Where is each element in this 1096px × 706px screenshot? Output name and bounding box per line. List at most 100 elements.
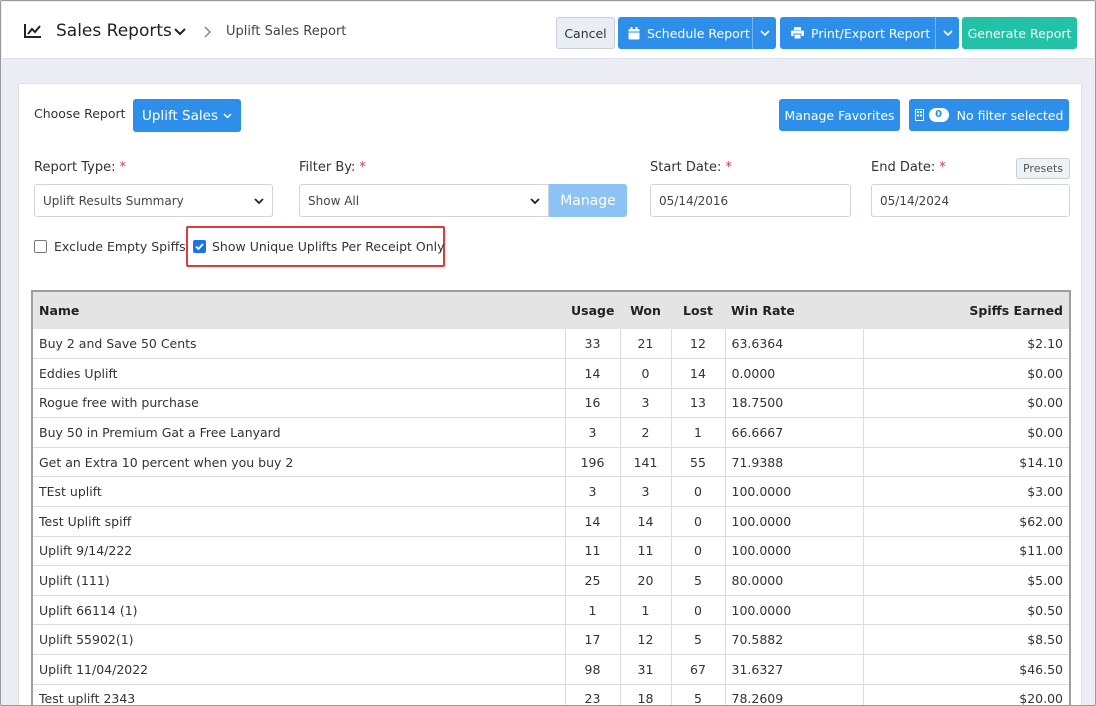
cell-name: TEst uplift [33,476,566,508]
presets-button[interactable]: Presets [1016,158,1070,179]
top-header: Sales Reports Uplift Sales Report Cancel… [2,2,1094,59]
cell-spiffs-earned: $14.10 [863,447,1069,478]
column-header-lost[interactable]: Lost [671,292,725,329]
column-header-won[interactable]: Won [620,292,671,329]
cell-lost: 14 [671,358,726,389]
cell-win-rate: 100.0000 [725,476,864,508]
table-row[interactable]: Buy 2 and Save 50 Cents 33 21 12 63.6364 $2.1… [33,329,1069,360]
table-row[interactable]: Get an Extra 10 percent when you buy 2 19… [33,447,1069,478]
choose-report-dropdown[interactable]: Uplift Sales [133,99,241,132]
cell-name: Test Uplift spiff [33,506,566,537]
manage-button[interactable]: Manage [549,184,627,217]
cell-usage: 17 [565,624,621,656]
app-title: Sales Reports [56,21,172,41]
manage-favorites-button[interactable]: Manage Favorites [779,99,900,131]
filter-by-select[interactable]: Show All [299,184,549,217]
chevron-down-icon [223,113,232,119]
report-type-value: Uplift Results Summary [43,193,184,208]
print-export-dropdown[interactable] [935,17,959,49]
cell-won: 11 [620,536,672,567]
column-header-spiffs-earned[interactable]: Spiffs Earned [863,292,1069,329]
table-row[interactable]: Eddies Uplift 14 0 14 0.0000 $0.00 [33,358,1069,389]
filter-by-label: Filter By: * [299,160,366,175]
cancel-button[interactable]: Cancel [556,17,615,49]
filter-label: No filter selected [956,107,1064,123]
table-row[interactable]: Uplift (111) 25 20 5 80.0000 $5.00 [33,565,1069,596]
choose-report-value: Uplift Sales [142,107,218,124]
cell-spiffs-earned: $62.00 [863,506,1069,537]
print-export-label: Print/Export Report [811,25,931,41]
table-row[interactable]: TEst uplift 3 3 0 100.0000 $3.00 [33,476,1069,508]
cell-name: Test uplift 2343 [33,684,566,705]
cell-lost: 5 [671,624,726,656]
cell-usage: 14 [565,506,621,537]
cell-won: 12 [620,624,672,656]
filter-count-badge: 0 [928,108,949,122]
line-chart-icon [24,24,41,38]
cell-name: Buy 50 in Premium Gat a Free Lanyard [33,417,566,448]
cell-won: 3 [620,476,672,508]
cell-spiffs-earned: $46.50 [863,654,1069,685]
cell-lost: 0 [671,506,726,537]
column-header-usage[interactable]: Usage [565,292,620,329]
table-row[interactable]: Test uplift 2343 23 18 5 78.2609 $20.00 [33,684,1069,705]
cell-spiffs-earned: $11.00 [863,536,1069,567]
cell-usage: 14 [565,358,621,389]
cell-won: 2 [620,417,672,448]
cell-won: 141 [620,447,672,478]
cell-win-rate: 100.0000 [725,595,864,626]
report-type-label: Report Type: * [34,160,126,175]
table-header-row: Name Usage Won Lost Win Rate Spiffs Earn… [33,292,1069,329]
cell-lost: 12 [671,329,726,360]
cell-win-rate: 71.9388 [725,447,864,478]
cell-usage: 98 [565,654,621,685]
exclude-empty-spiffs-checkbox[interactable] [34,240,47,253]
cell-usage: 33 [565,329,621,360]
table-row[interactable]: Uplift 55902(1) 17 12 5 70.5882 $8.50 [33,624,1069,656]
cell-lost: 0 [671,595,726,626]
chevron-down-icon [254,198,264,205]
building-icon [914,109,924,121]
exclude-empty-spiffs-label: Exclude Empty Spiffs [54,239,186,254]
cell-win-rate: 63.6364 [725,329,864,360]
cell-spiffs-earned: $20.00 [863,684,1069,705]
table-row[interactable]: Uplift 9/14/222 11 11 0 100.0000 $11.00 [33,536,1069,567]
cell-won: 31 [620,654,672,685]
cell-usage: 1 [565,595,621,626]
filter-button[interactable]: 0 No filter selected [909,99,1069,131]
cell-win-rate: 100.0000 [725,536,864,567]
chevron-right-icon [204,26,212,38]
start-date-label: Start Date: * [650,160,732,175]
cell-win-rate: 100.0000 [725,506,864,537]
chevron-down-icon[interactable] [173,26,187,38]
table-row[interactable]: Buy 50 in Premium Gat a Free Lanyard 3 2 1 6… [33,417,1069,448]
table-row[interactable]: Uplift 11/04/2022 98 31 67 31.6327 $46.50 [33,654,1069,685]
cell-spiffs-earned: $0.00 [863,358,1069,389]
table-row[interactable]: Test Uplift spiff 14 14 0 100.0000 $62.00 [33,506,1069,537]
column-header-name[interactable]: Name [33,292,565,329]
cell-lost: 0 [671,476,726,508]
report-type-select[interactable]: Uplift Results Summary [34,184,273,217]
required-marker: * [359,160,366,175]
cell-spiffs-earned: $8.50 [863,624,1069,656]
chevron-down-icon [759,30,770,37]
generate-report-button[interactable]: Generate Report [962,17,1077,49]
required-marker: * [119,160,126,175]
unique-uplifts-checkbox[interactable] [193,240,206,253]
end-date-label: End Date: * [871,160,946,175]
cell-lost: 55 [671,447,726,478]
cell-name: Rogue free with purchase [33,388,566,419]
cell-usage: 23 [565,684,621,705]
cell-won: 14 [620,506,672,537]
start-date-input[interactable]: 05/14/2016 [650,184,851,217]
cell-name: Eddies Uplift [33,358,566,389]
table-row[interactable]: Uplift 66114 (1) 1 1 0 100.0000 $0.50 [33,595,1069,626]
column-header-win-rate[interactable]: Win Rate [725,292,863,329]
end-date-input[interactable]: 05/14/2024 [871,184,1070,217]
chevron-down-icon [942,30,953,37]
chevron-down-icon [530,198,540,205]
schedule-report-button[interactable]: Schedule Report [618,17,776,49]
print-export-button[interactable]: Print/Export Report [780,17,959,49]
table-row[interactable]: Rogue free with purchase 16 3 13 18.7500 $0.0… [33,388,1069,419]
schedule-report-dropdown[interactable] [752,17,776,49]
